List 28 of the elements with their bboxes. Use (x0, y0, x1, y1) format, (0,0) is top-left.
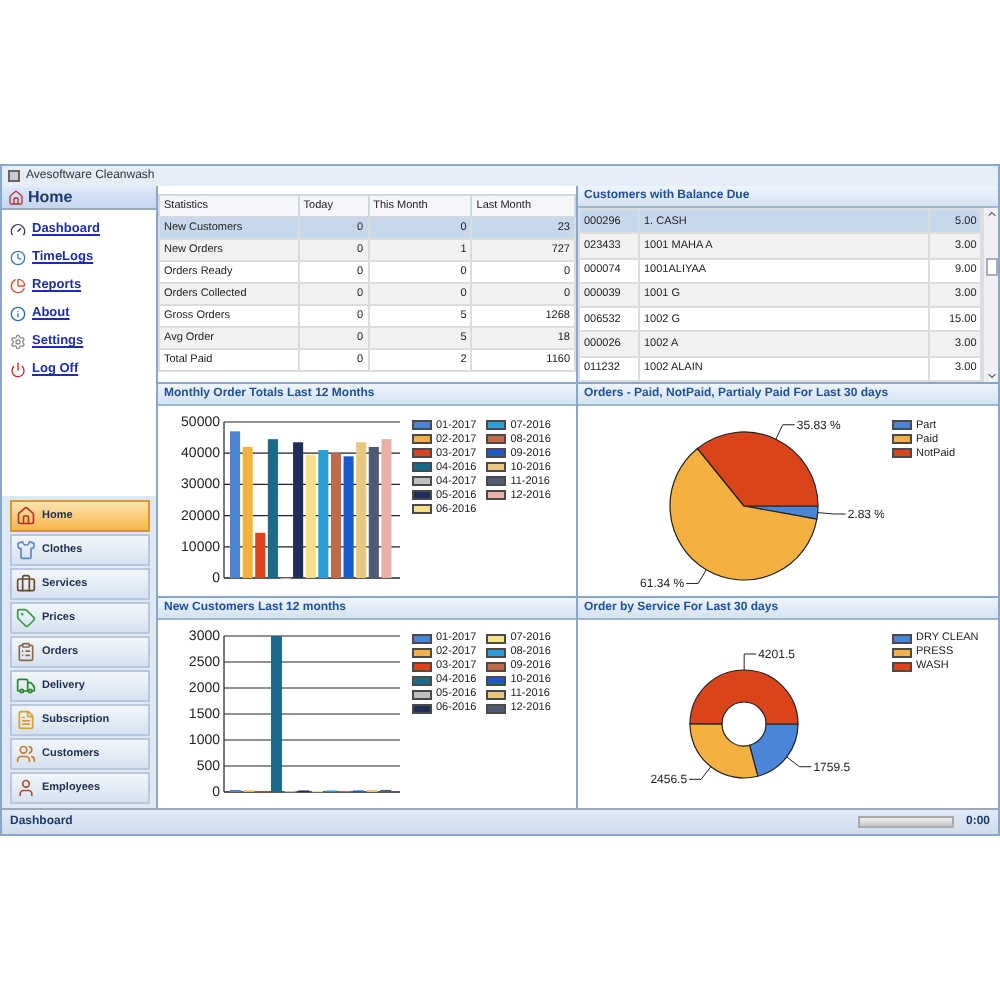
tag-icon (16, 608, 36, 628)
settings-icon[interactable] (10, 333, 26, 349)
house-icon (8, 189, 24, 205)
truck-icon (16, 676, 36, 696)
house-icon (16, 506, 36, 526)
power-icon[interactable] (10, 361, 26, 377)
leader-line (786, 755, 812, 767)
app-icon (8, 170, 20, 182)
scroll-up-icon[interactable] (985, 208, 998, 220)
scroll-thumb[interactable] (985, 258, 998, 276)
sidebar-title: Home (28, 188, 73, 206)
document-icon (16, 710, 36, 730)
people-icon (16, 744, 36, 764)
shirt-icon (16, 540, 36, 560)
leader-line (685, 569, 707, 584)
info-icon[interactable] (10, 305, 26, 321)
leader-line (688, 765, 712, 779)
pie-chart-icon[interactable] (10, 277, 26, 293)
leader-line (775, 424, 796, 440)
gauge-icon[interactable] (10, 221, 26, 237)
scrollbar[interactable] (982, 208, 998, 382)
leader-line (817, 512, 847, 515)
clock-icon[interactable] (10, 249, 26, 265)
briefcase-icon (16, 574, 36, 594)
leader-line (743, 652, 757, 670)
person-icon (16, 778, 36, 798)
clipboard-icon (16, 642, 36, 662)
scroll-down-icon[interactable] (985, 370, 998, 382)
